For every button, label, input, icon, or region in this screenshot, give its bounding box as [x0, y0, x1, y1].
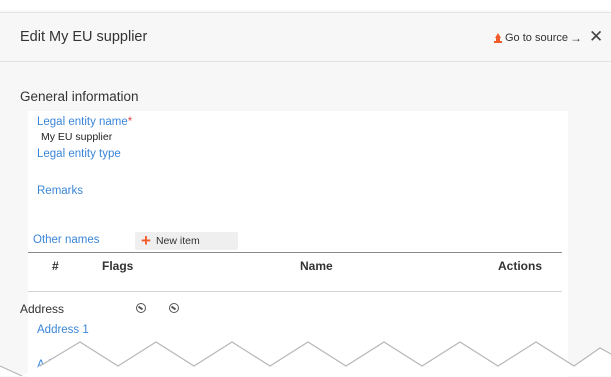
arrow-right-icon: → — [569, 31, 582, 45]
close-icon[interactable]: ✕ — [589, 27, 603, 47]
edit-icon[interactable] — [169, 303, 179, 313]
plus-icon: + — [141, 231, 151, 250]
pin-icon — [494, 32, 502, 43]
legal-entity-type-label: Legal entity type — [37, 148, 121, 160]
new-item-button[interactable]: + New item — [135, 232, 238, 250]
column-actions: Actions — [498, 259, 543, 273]
remarks-label: Remarks — [37, 185, 84, 197]
go-to-source-link[interactable]: Go to source → — [493, 31, 582, 45]
go-to-source-label: Go to source — [505, 32, 568, 44]
required-mark: * — [127, 116, 133, 128]
column-flags: Flags — [102, 259, 134, 273]
column-number: # — [52, 259, 59, 273]
section-title: General information — [20, 89, 139, 104]
legal-entity-name-value[interactable]: My EU supplier — [41, 131, 112, 143]
edit-panel: Edit My EU supplier Go to source → ✕ Gen… — [0, 12, 611, 377]
view-icon[interactable] — [136, 303, 146, 313]
other-names-table-header: # Flags Name Actions — [28, 252, 562, 292]
address-item-1[interactable]: Address 1 — [37, 324, 89, 336]
form-content: Legal entity name* My EU supplier Legal … — [20, 111, 568, 377]
torn-edge-decoration — [0, 341, 611, 376]
column-name: Name — [300, 259, 333, 273]
other-names-label: Other names — [33, 234, 100, 246]
new-item-label: New item — [155, 235, 200, 247]
legal-entity-name-label: Legal entity name* — [37, 116, 133, 128]
panel-title: Edit My EU supplier — [20, 29, 148, 45]
address-label: Address — [20, 302, 65, 316]
panel-header: Edit My EU supplier Go to source → ✕ — [0, 13, 611, 62]
